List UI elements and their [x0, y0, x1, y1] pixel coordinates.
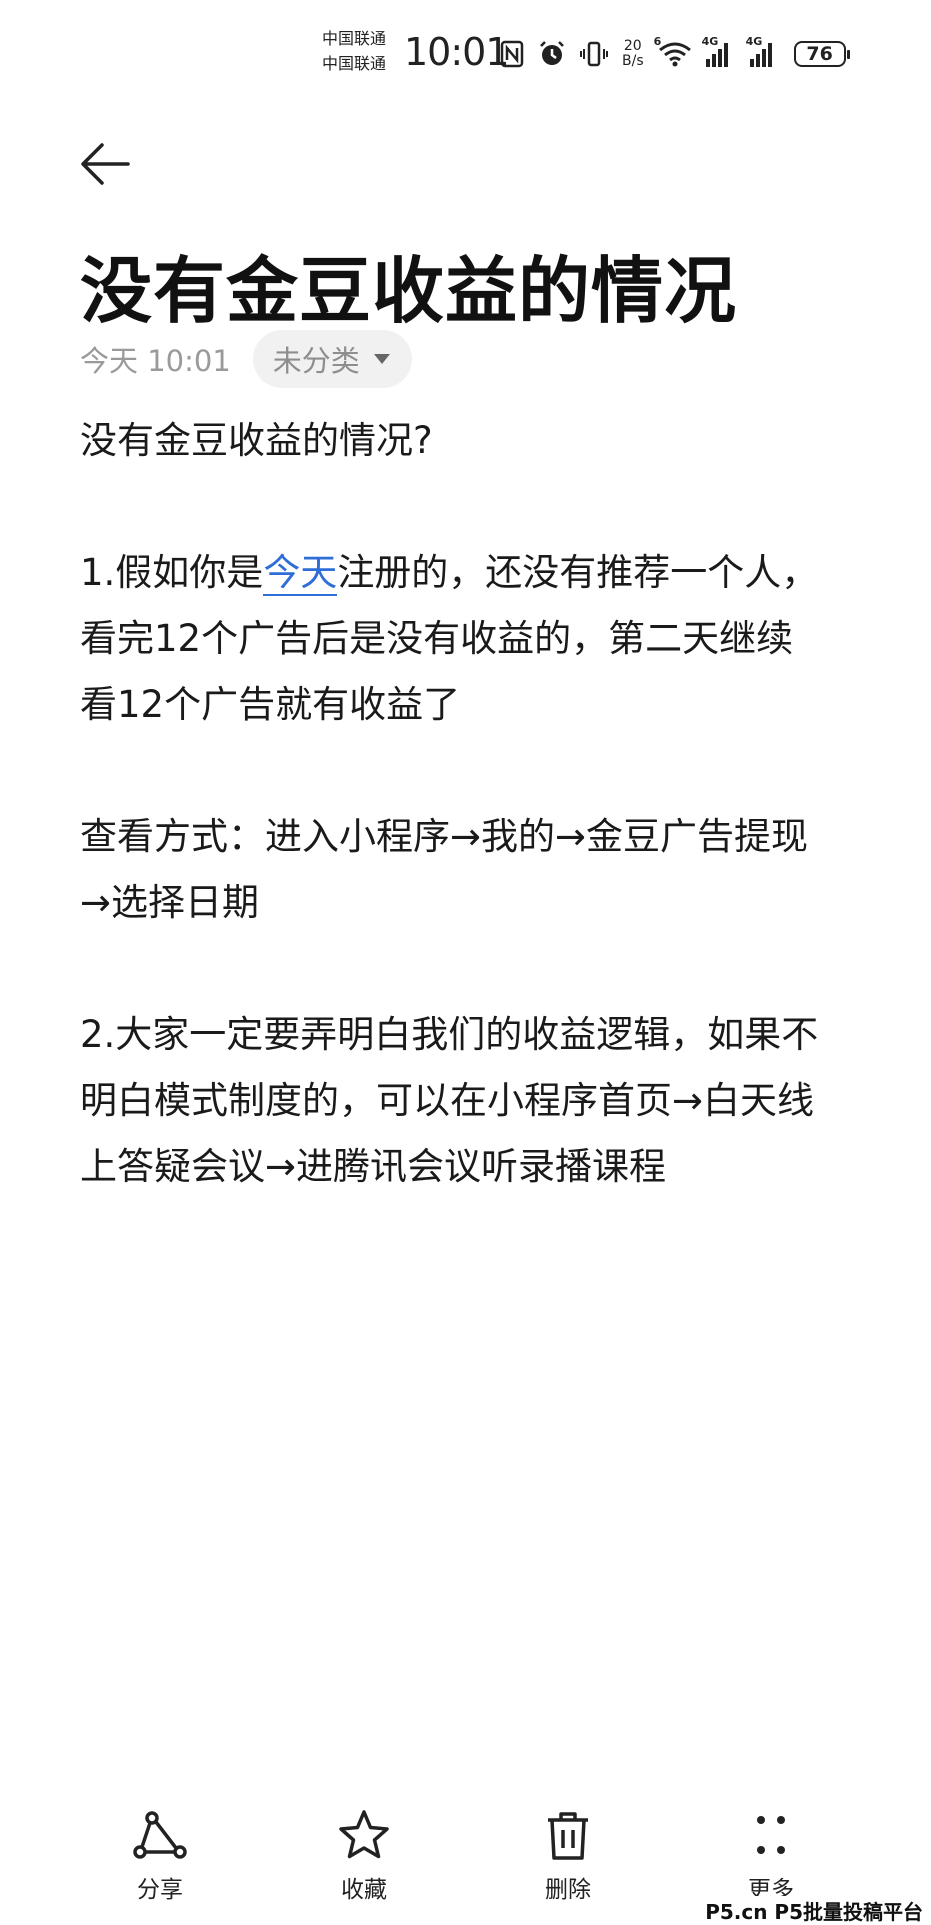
body-line: 看12个广告就有收益了: [80, 683, 461, 726]
favorite-label: 收藏: [341, 1877, 387, 1903]
favorite-button[interactable]: 收藏: [309, 1808, 419, 1904]
arrow-left-icon: [81, 143, 130, 185]
delete-button[interactable]: 删除: [513, 1808, 623, 1904]
note-date: 今天 10:01: [80, 344, 231, 378]
body-line: 没有金豆收益的情况?: [80, 419, 433, 462]
carrier-names: 中国联通 中国联通: [322, 26, 386, 76]
wifi-icon: 6: [654, 35, 692, 67]
status-time: 10:01: [404, 30, 510, 74]
carrier-1: 中国联通: [322, 29, 387, 48]
status-bar: 中国联通 中国联通 10:01 20 B/s 6 4G 4G 76: [0, 0, 931, 100]
body-line: 2.大家一定要弄明白我们的收益逻辑，如果不: [80, 1013, 819, 1056]
trash-icon: [548, 1812, 588, 1860]
status-icons: 20 B/s 6 4G 4G 76: [500, 35, 850, 72]
back-button[interactable]: [78, 140, 132, 188]
body-line: 看完12个广告后是没有收益的，第二天继续: [80, 617, 794, 660]
more-icon: [757, 1816, 785, 1854]
delete-label: 删除: [545, 1877, 591, 1903]
share-icon: [133, 1811, 187, 1859]
signal-icon-sim1: 4G: [702, 35, 736, 67]
share-label: 分享: [137, 1877, 183, 1903]
body-line: 查看方式：进入小程序→我的→金豆广告提现: [80, 815, 809, 858]
vibrate-icon: [580, 41, 608, 67]
signal-icon-sim2: 4G: [746, 35, 780, 67]
caret-down-icon: [373, 354, 390, 364]
battery-icon: 76: [793, 41, 850, 67]
body-line: 明白模式制度的，可以在小程序首页→白天线: [80, 1079, 815, 1122]
body-line: 上答疑会议→进腾讯会议听录播课程: [80, 1145, 667, 1188]
nfc-icon: [500, 40, 524, 68]
more-button[interactable]: 更多: [716, 1808, 826, 1904]
carrier-2: 中国联通: [322, 54, 387, 73]
body-line: →选择日期: [80, 881, 260, 924]
note-meta: 今天 10:01 未分类: [80, 330, 412, 388]
category-label: 未分类: [272, 344, 360, 378]
share-button[interactable]: 分享: [105, 1808, 215, 1904]
note-body[interactable]: 没有金豆收益的情况? 1.假如你是今天注册的，还没有推荐一个人， 看完12个广告…: [80, 408, 860, 1200]
body-paragraph-1: 1.假如你是今天注册的，还没有推荐一个人，: [80, 551, 819, 596]
watermark-text: P5.cn P5批量投稿平台: [703, 1896, 925, 1925]
note-title[interactable]: 没有金豆收益的情况: [80, 232, 737, 337]
network-speed: 20 B/s: [622, 38, 644, 69]
star-icon: [339, 1810, 389, 1859]
date-link[interactable]: 今天: [263, 551, 338, 596]
category-dropdown[interactable]: 未分类: [252, 330, 412, 388]
alarm-icon: [540, 41, 564, 65]
